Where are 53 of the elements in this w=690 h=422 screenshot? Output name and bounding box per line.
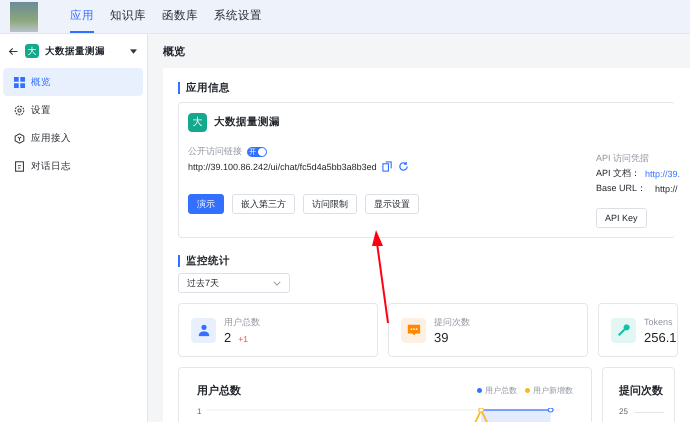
grid-icon xyxy=(14,76,25,88)
api-credentials-label: API 访问凭据 xyxy=(596,152,650,165)
stat-value: 2 xyxy=(224,330,232,345)
axis-tick-label: 1 xyxy=(197,408,202,416)
nav-tab[interactable]: 函数库 xyxy=(162,0,198,33)
stat-value: 256.1 xyxy=(644,330,677,345)
public-url: http://39.100.86.242/ui/chat/fc5d4a5bb3a8b3ed xyxy=(188,162,377,172)
sidebar-item[interactable]: 概览 xyxy=(3,68,143,96)
stat-value: 39 xyxy=(434,330,448,345)
date-range-select[interactable]: 过去7天 xyxy=(178,273,290,293)
copy-icon[interactable] xyxy=(382,161,393,172)
section-title: 应用信息 xyxy=(178,82,675,94)
refresh-icon[interactable] xyxy=(398,161,409,172)
nav-tab[interactable]: 知识库 xyxy=(110,0,146,33)
base-url: http:// xyxy=(655,184,678,194)
key-icon xyxy=(611,318,636,342)
chevron-down-icon xyxy=(273,280,281,286)
app-name: 大数据量测漏 xyxy=(214,115,280,129)
sidebar-item[interactable]: 对话日志 xyxy=(3,152,143,180)
chart-title: 提问次数 xyxy=(619,384,663,398)
back-arrow-icon[interactable] xyxy=(8,46,19,56)
base-url-label: Base URL： xyxy=(596,182,646,195)
user-icon xyxy=(191,318,216,342)
api-doc-link[interactable]: http://39. xyxy=(645,168,680,178)
action-button[interactable]: 嵌入第三方 xyxy=(232,194,295,214)
chat-icon xyxy=(401,318,426,342)
settings-icon xyxy=(14,104,25,116)
action-button[interactable]: 显示设置 xyxy=(365,194,419,214)
public-link-label: 公开访问链接 xyxy=(188,145,242,158)
page-title: 概览 xyxy=(163,44,186,60)
axis-tick-label: 25 xyxy=(619,408,628,416)
document-icon xyxy=(14,160,25,172)
api-key-button[interactable]: API Key xyxy=(596,208,647,228)
logo-photo-placeholder xyxy=(10,2,38,32)
chart-title: 用户总数 xyxy=(197,384,241,398)
section-title: 监控统计 xyxy=(178,255,675,267)
sidebar-item[interactable]: 应用接入 xyxy=(3,124,143,152)
stat-label: Tokens xyxy=(644,316,674,329)
api-doc-label: API 文档： xyxy=(596,167,640,180)
action-button[interactable]: 访问限制 xyxy=(303,194,357,214)
app-avatar: 大 xyxy=(188,112,207,132)
sidebar-item[interactable]: 设置 xyxy=(3,96,143,124)
stat-label: 用户总数 xyxy=(224,316,260,329)
hexagon-icon xyxy=(14,132,25,144)
legend-label: 用户总数 xyxy=(485,385,517,396)
caret-icon[interactable] xyxy=(130,48,137,54)
stat-label: 提问次数 xyxy=(434,316,470,329)
stat-delta: +1 xyxy=(238,334,248,344)
app-name: 大数据量测漏 xyxy=(45,44,105,58)
action-button[interactable]: 演示 xyxy=(188,194,224,214)
legend-label: 用户新增数 xyxy=(533,385,573,396)
nav-tab[interactable]: 系统设置 xyxy=(214,0,262,33)
app-avatar: 大 xyxy=(25,44,39,58)
